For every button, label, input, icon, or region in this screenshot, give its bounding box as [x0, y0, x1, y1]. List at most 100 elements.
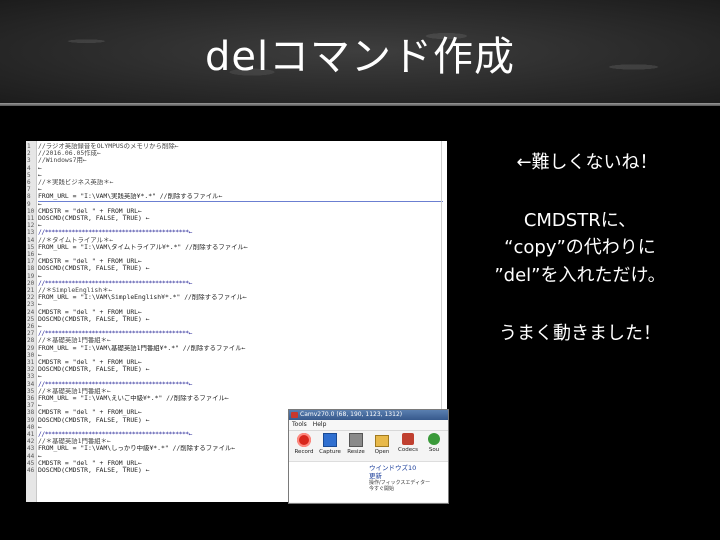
- code-line[interactable]: //＊実践ビジネス英語＊←: [38, 179, 443, 186]
- resize-icon: [349, 433, 363, 447]
- line-number: 5: [27, 171, 31, 179]
- capture-button[interactable]: Capture: [317, 433, 343, 455]
- sound-button[interactable]: Sou: [421, 433, 447, 453]
- line-number: 7: [27, 186, 31, 194]
- line-number: 15: [27, 243, 35, 251]
- line-number: 34: [27, 380, 35, 388]
- code-line[interactable]: DOSCMD(CMDSTR, FALSE, TRUE) ←: [38, 265, 443, 272]
- code-line[interactable]: CMDSTR = "del " + FROM_URL←: [38, 309, 443, 316]
- line-number: 32: [27, 366, 35, 374]
- line-number: 2: [27, 150, 31, 158]
- menu-tools[interactable]: Tools: [292, 421, 307, 428]
- line-number: 38: [27, 409, 35, 417]
- line-number: 43: [27, 445, 35, 453]
- code-line[interactable]: //**************************************…: [38, 381, 443, 388]
- line-number: 25: [27, 315, 35, 323]
- line-number: 12: [27, 222, 35, 230]
- line-number: 8: [27, 193, 31, 201]
- code-line[interactable]: FROM_URL = "I:\VAM\えいご中級¥*.*" //削除するファイル…: [38, 395, 443, 402]
- line-number: 42: [27, 438, 35, 446]
- code-line[interactable]: //**************************************…: [38, 229, 443, 236]
- record-icon: [297, 433, 311, 447]
- line-number: 37: [27, 402, 35, 410]
- line-number: 9: [27, 200, 31, 208]
- line-number: 28: [27, 337, 35, 345]
- code-line[interactable]: //**************************************…: [38, 330, 443, 337]
- code-line[interactable]: //＊タイムトライアル＊←: [38, 237, 443, 244]
- notification-subtitle: 更新: [369, 472, 382, 480]
- code-line[interactable]: CMDSTR = "del " + FROM_URL←: [38, 359, 443, 366]
- line-number: 33: [27, 373, 35, 381]
- code-line[interactable]: ←: [38, 222, 443, 229]
- code-line[interactable]: DOSCMD(CMDSTR, FALSE, TRUE) ←: [38, 215, 443, 222]
- line-number: 11: [27, 215, 35, 222]
- update-notification[interactable]: ウインドウズ10 更新 操作/フィックスエディター 今すぐ開始: [369, 464, 447, 500]
- code-line[interactable]: //＊SimpleEnglish＊←: [38, 287, 443, 294]
- line-number: 17: [27, 258, 35, 266]
- code-line[interactable]: //2016.06.05作成←: [38, 150, 443, 157]
- header-divider: [0, 103, 720, 106]
- code-line[interactable]: //**************************************…: [38, 280, 443, 287]
- code-line[interactable]: FROM_URL = "I:\VAM\タイムトライアル¥*.*" //削除するフ…: [38, 244, 443, 251]
- code-line[interactable]: ←: [38, 251, 443, 258]
- code-line[interactable]: ←: [38, 352, 443, 359]
- line-number: 29: [27, 344, 35, 352]
- slide-title: delコマンド作成: [204, 34, 516, 80]
- line-number: 10: [27, 207, 35, 215]
- line-number: 19: [27, 272, 35, 280]
- menu-help[interactable]: Help: [313, 421, 327, 428]
- open-button[interactable]: Open: [369, 433, 395, 455]
- line-number-gutter: 1 2 3 4 5 6 7 8 9 10 11 12 13 14 15 16 17 18 19 20 21 22 23 24 2…: [26, 141, 37, 502]
- line-number: 31: [27, 359, 35, 366]
- line-number: 41: [27, 431, 35, 438]
- code-line[interactable]: FROM_URL = "I:\VAM\SimpleEnglish¥*.*" //…: [38, 294, 443, 301]
- code-line[interactable]: ←: [38, 165, 443, 172]
- code-line[interactable]: ←: [38, 172, 443, 179]
- code-line[interactable]: DOSCMD(CMDSTR, FALSE, TRUE) ←: [38, 316, 443, 323]
- code-line[interactable]: //ラジオ英語録音をOLYMPUSのメモリから削除←: [38, 143, 443, 150]
- code-line[interactable]: //Windows7用←: [38, 157, 443, 164]
- notification-text-2: 今すぐ開始: [369, 486, 395, 492]
- code-line[interactable]: ←: [38, 301, 443, 308]
- line-number: 18: [27, 265, 35, 273]
- line-number: 16: [27, 251, 35, 258]
- code-line[interactable]: ←: [38, 323, 443, 330]
- code-line[interactable]: ←: [38, 201, 443, 208]
- line-number: 6: [27, 179, 31, 186]
- code-line[interactable]: ←: [38, 186, 443, 193]
- folder-icon: [375, 435, 389, 447]
- code-line[interactable]: //＊基礎英語1門番組＊←: [38, 337, 443, 344]
- line-number: 45: [27, 459, 35, 467]
- code-line[interactable]: FROM_URL = "I:\VAM\基礎英語1門番組¥*.*" //削除するフ…: [38, 345, 443, 352]
- line-number: 20: [27, 279, 35, 287]
- code-line[interactable]: //＊基礎英語1門番組＊←: [38, 388, 443, 395]
- line-number: 35: [27, 387, 35, 395]
- line-number: 40: [27, 423, 35, 431]
- line-number: 24: [27, 308, 35, 316]
- line-number: 14: [27, 236, 35, 244]
- camtasia-window: Camv270.0 (68, 190, 1123, 1312) Tools He…: [288, 409, 449, 504]
- line-number: 4: [27, 164, 31, 172]
- camtasia-menu-bar: Tools Help: [289, 420, 448, 431]
- note-copy: “copy”の代わりに: [504, 237, 656, 258]
- code-line[interactable]: ←: [38, 373, 443, 380]
- line-number: 44: [27, 452, 35, 460]
- note-del: ”del”を入れただけ。: [494, 265, 666, 286]
- line-number: 46: [27, 467, 35, 474]
- code-line[interactable]: CMDSTR = "del " + FROM_URL←: [38, 208, 443, 215]
- camtasia-toolbar: Record Capture Resize Open Codecs Sou: [289, 431, 448, 462]
- codecs-button[interactable]: Codecs: [395, 433, 421, 453]
- line-number: 27: [27, 330, 35, 338]
- code-line[interactable]: CMDSTR = "del " + FROM_URL←: [38, 258, 443, 265]
- code-line[interactable]: DOSCMD(CMDSTR, FALSE, TRUE) ←: [38, 366, 443, 373]
- resize-button[interactable]: Resize: [343, 433, 369, 455]
- camtasia-body: ウインドウズ10 更新 操作/フィックスエディター 今すぐ開始: [289, 462, 448, 502]
- app-icon: [291, 412, 298, 418]
- camtasia-title: Camv270.0 (68, 190, 1123, 1312): [300, 411, 403, 418]
- record-button[interactable]: Record: [291, 433, 317, 455]
- code-line[interactable]: ←: [38, 273, 443, 280]
- codecs-icon: [402, 433, 414, 445]
- line-number: 39: [27, 416, 35, 424]
- note-success: うまく動きました！: [499, 323, 661, 344]
- notification-title: ウインドウズ10: [369, 464, 417, 472]
